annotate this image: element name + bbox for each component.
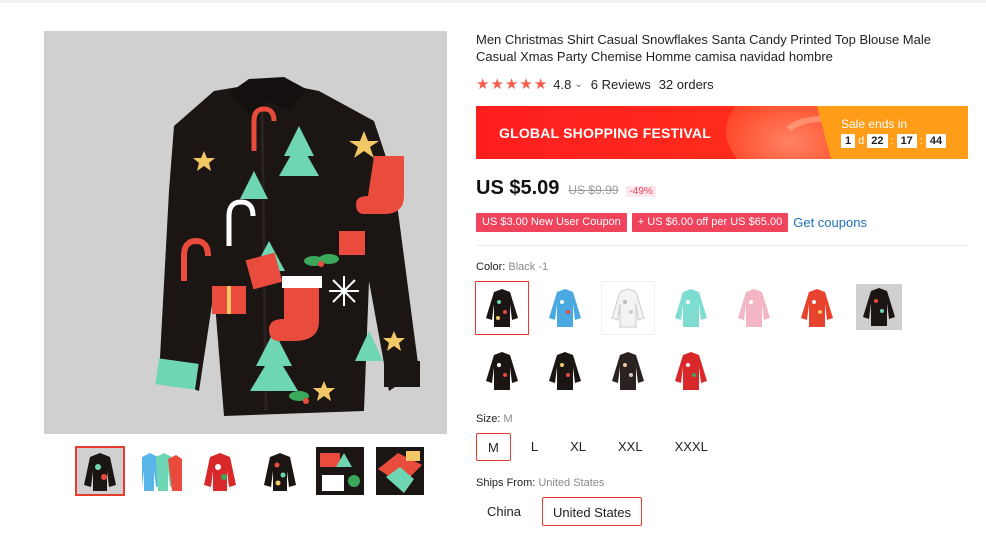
ships-label-row: Ships From: United States [476, 477, 604, 489]
price-row: US $5.09 US $9.99 -49% [476, 177, 656, 200]
promo-banner[interactable]: GLOBAL SHOPPING FESTIVAL Sale ends in 1 … [476, 106, 968, 159]
current-price: US $5.09 [476, 177, 560, 199]
shirt-black-icon [486, 289, 518, 327]
discount-badge: -49% [626, 186, 656, 197]
star-icon: ★ [533, 76, 548, 93]
size-label-row: Size: M [476, 413, 513, 425]
size-option-xl[interactable]: XL [558, 433, 598, 461]
star-icon: ★ [476, 76, 490, 93]
size-option-xxl[interactable]: XXL [606, 433, 655, 461]
size-options: M L XL XXL XXXL [476, 433, 728, 461]
original-price: US $9.99 [568, 183, 619, 197]
shirt-illustration [155, 77, 420, 416]
chevron-down-icon[interactable]: ⌄ [574, 79, 582, 90]
shirt-red-icon [801, 289, 833, 327]
color-swatch-black-1[interactable] [475, 281, 529, 335]
store-coupon[interactable]: + US $6.00 off per US $65.00 [631, 213, 789, 232]
ships-label: Ships From: [476, 477, 536, 489]
color-label-row: Color: Black -1 [476, 261, 548, 273]
shirt-thumb-icon [256, 447, 304, 495]
color-swatch-white[interactable] [601, 281, 655, 335]
thumbnail-6[interactable] [376, 447, 424, 495]
shirt-black-icon [863, 288, 895, 326]
color-swatch-blue[interactable] [539, 282, 591, 334]
ships-option-united-states[interactable]: United States [541, 497, 643, 526]
thumbnail-4[interactable] [256, 447, 304, 495]
color-label: Color: [476, 261, 506, 273]
shirt-black-icon [486, 352, 518, 390]
size-selected-value: M [503, 413, 513, 425]
new-user-coupon[interactable]: US $3.00 New User Coupon [476, 213, 627, 232]
thumbnail-3[interactable] [196, 447, 244, 495]
colon-separator: : [919, 135, 923, 147]
shirt-mint-icon [675, 289, 707, 327]
countdown-days: 1 [841, 134, 856, 148]
ships-from-options: China United States [476, 497, 652, 526]
color-swatch-red-2[interactable] [665, 345, 717, 397]
shirt-thumb-icon [376, 447, 424, 495]
top-divider [0, 0, 986, 3]
thumbnail-5[interactable] [316, 447, 364, 495]
shirt-thumb-icon [76, 447, 124, 495]
main-product-image[interactable] [44, 31, 447, 434]
color-swatch-pink[interactable] [728, 282, 780, 334]
rating-row: ★ ★ ★ ★ ★ 4.8 ⌄ 6 Reviews 32 orders [476, 75, 714, 93]
colon-separator: : [890, 135, 894, 147]
color-swatch-black-3[interactable] [539, 345, 591, 397]
ships-selected-value: United States [538, 477, 605, 489]
color-swatch-black-4[interactable] [602, 345, 654, 397]
size-option-l[interactable]: L [519, 433, 550, 461]
ships-option-china[interactable]: China [476, 497, 532, 526]
shirt-pink-icon [738, 289, 770, 327]
sale-label: Sale ends in [841, 117, 908, 131]
color-swatch-black-2[interactable] [476, 345, 528, 397]
star-icon: ★ [504, 76, 519, 93]
color-swatch-mint[interactable] [665, 282, 717, 334]
shirt-red-icon [675, 352, 707, 390]
shirt-white-icon [611, 288, 645, 328]
star-icon: ★ [519, 76, 533, 93]
shirt-thumb-icon [136, 447, 184, 495]
color-swatch-red[interactable] [791, 282, 843, 334]
rating-value[interactable]: 4.8 [553, 77, 571, 92]
day-unit: d [858, 135, 865, 147]
divider [476, 245, 968, 246]
countdown-hours: 22 [867, 134, 888, 148]
star-rating: ★ ★ ★ ★ ★ [476, 75, 547, 93]
color-selected-value: Black -1 [508, 261, 549, 273]
shirt-thumb-icon [196, 447, 244, 495]
color-swatch-black-gray[interactable] [856, 284, 902, 330]
shirt-black-icon [549, 352, 581, 390]
star-icon: ★ [490, 76, 504, 93]
thumbnail-strip [75, 446, 424, 496]
thumbnail-2[interactable] [136, 447, 184, 495]
coupon-row: US $3.00 New User Coupon + US $6.00 off … [476, 213, 867, 232]
countdown-seconds: 44 [925, 134, 947, 148]
size-option-xxxl[interactable]: XXXL [663, 433, 720, 461]
thumbnail-1[interactable] [75, 446, 125, 496]
product-title: Men Christmas Shirt Casual Snowflakes Sa… [476, 32, 931, 64]
get-coupons-link[interactable]: Get coupons [793, 215, 867, 230]
orders-count: 32 orders [658, 76, 714, 92]
countdown-minutes: 17 [896, 134, 917, 148]
banner-title: GLOBAL SHOPPING FESTIVAL [499, 125, 711, 141]
reviews-link[interactable]: 6 Reviews [591, 77, 651, 92]
shirt-thumb-icon [316, 447, 364, 495]
size-option-m[interactable]: M [476, 433, 511, 461]
shirt-blue-icon [549, 289, 581, 327]
sale-countdown-box: Sale ends in 1 d 22 : 17 : 44 [817, 106, 968, 159]
shirt-black-icon [612, 352, 644, 390]
countdown-timer: 1 d 22 : 17 : 44 [841, 134, 947, 148]
size-label: Size: [476, 413, 501, 425]
